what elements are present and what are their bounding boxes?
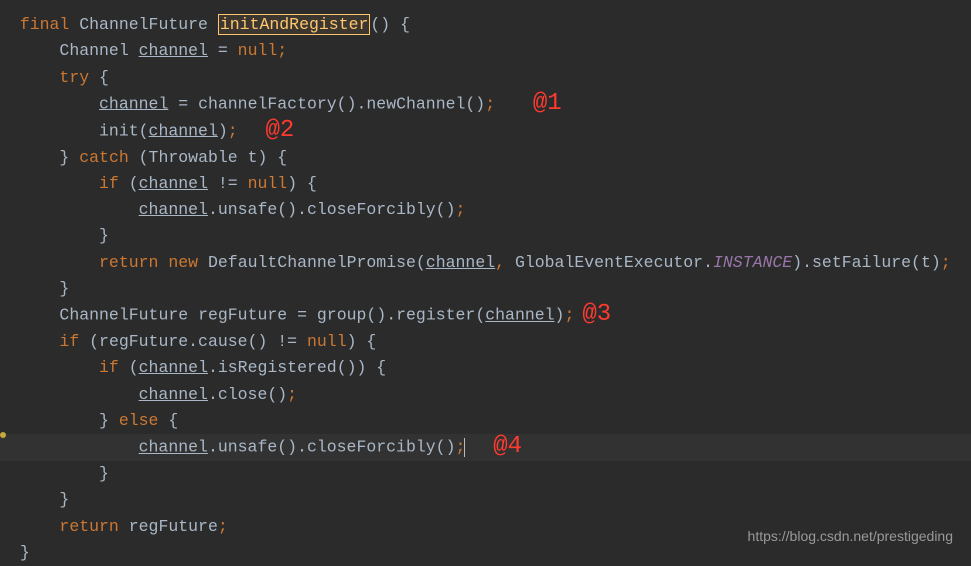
var-channel: channel	[139, 385, 208, 404]
annotation-1: @1	[533, 91, 562, 117]
brace: }	[99, 411, 109, 430]
var: regFuture	[129, 517, 218, 536]
keyword-if: if	[59, 332, 79, 351]
watermark-text: https://blog.csdn.net/prestigeding	[748, 523, 953, 549]
var-channel: channel	[99, 94, 168, 113]
code-line: }	[0, 461, 971, 487]
var-channel: channel	[485, 306, 554, 325]
semi: ;	[277, 41, 287, 60]
var-channel: channel	[139, 358, 208, 377]
call: .isRegistered()) {	[208, 358, 386, 377]
annotation-3: @3	[582, 302, 611, 328]
code-editor[interactable]: final ChannelFuture initAndRegister() { …	[0, 12, 971, 566]
code-line: channel = channelFactory().newChannel();…	[0, 91, 971, 118]
semi: ;	[455, 200, 465, 219]
code-line: }	[0, 223, 971, 249]
keyword-if: if	[99, 358, 119, 377]
keyword-null: null	[238, 41, 278, 60]
comma: ,	[495, 253, 515, 272]
brace: }	[59, 148, 69, 167]
var-channel: channel	[139, 200, 208, 219]
semi: ;	[228, 121, 238, 140]
paren: )	[555, 306, 565, 325]
code-line: try {	[0, 65, 971, 91]
code-line: if (channel.isRegistered()) {	[0, 355, 971, 381]
keyword-try: try	[59, 68, 89, 87]
code-line: return new DefaultChannelPromise(channel…	[0, 250, 971, 276]
type: ChannelFuture	[59, 306, 188, 325]
brace: {	[99, 68, 109, 87]
cond: (regFuture.cause() !=	[89, 332, 307, 351]
call: init(	[99, 121, 149, 140]
keyword-else: else	[119, 411, 159, 430]
code-line: channel.close();	[0, 382, 971, 408]
keyword-final: final	[20, 15, 70, 34]
type: ChannelFuture	[79, 15, 208, 34]
var-channel: channel	[139, 438, 208, 457]
semi: ;	[287, 385, 297, 404]
call: group().register(	[317, 306, 485, 325]
op: =	[168, 94, 198, 113]
var-channel: channel	[149, 121, 218, 140]
method-name-highlight: initAndRegister	[218, 14, 371, 35]
semi: ;	[218, 517, 228, 536]
semi: ;	[485, 94, 495, 113]
brace: }	[99, 226, 109, 245]
brace: }	[59, 279, 69, 298]
keyword-return: return	[99, 253, 158, 272]
code-line: ChannelFuture regFuture = group().regist…	[0, 302, 971, 329]
semi: ;	[941, 253, 951, 272]
brace: {	[400, 15, 410, 34]
semi: ;	[564, 306, 574, 325]
op: !=	[208, 174, 248, 193]
caret-icon	[464, 438, 465, 457]
brace: {	[168, 411, 178, 430]
type: DefaultChannelPromise(	[208, 253, 426, 272]
call: .unsafe().closeForcibly()	[208, 200, 456, 219]
code-line: }	[0, 487, 971, 513]
brace: {	[366, 332, 376, 351]
brace: }	[99, 464, 109, 483]
op: =	[208, 41, 238, 60]
var-channel: channel	[426, 253, 495, 272]
code-line-current: channel.unsafe().closeForcibly(); @4	[0, 434, 971, 461]
keyword-null: null	[248, 174, 288, 193]
code-line: } else {	[0, 408, 971, 434]
parens: ()	[370, 15, 390, 34]
annotation-2: @2	[265, 118, 294, 144]
constant: INSTANCE	[713, 253, 792, 272]
call: .close()	[208, 385, 287, 404]
type: GlobalEventExecutor.	[515, 253, 713, 272]
keyword-catch: catch	[79, 148, 129, 167]
brace: }	[20, 543, 30, 562]
code-line: Channel channel = null;	[0, 38, 971, 64]
gutter-marker-icon	[0, 432, 6, 438]
op: =	[287, 306, 317, 325]
keyword-new: new	[168, 253, 198, 272]
var-channel: channel	[139, 41, 208, 60]
code-line: if (channel != null) {	[0, 171, 971, 197]
var: regFuture	[198, 306, 287, 325]
code-line: channel.unsafe().closeForcibly();	[0, 197, 971, 223]
keyword-return: return	[59, 517, 118, 536]
type: Channel	[59, 41, 128, 60]
code-line: } catch (Throwable t) {	[0, 145, 971, 171]
call: .unsafe().closeForcibly()	[208, 438, 456, 457]
brace: {	[307, 174, 317, 193]
catch-sig: (Throwable t) {	[139, 148, 288, 167]
keyword-null: null	[307, 332, 347, 351]
call: channelFactory().newChannel()	[198, 94, 485, 113]
brace: }	[59, 490, 69, 509]
code-line: if (regFuture.cause() != null) {	[0, 329, 971, 355]
code-line: final ChannelFuture initAndRegister() {	[0, 12, 971, 38]
annotation-4: @4	[493, 434, 522, 460]
call: ).setFailure(t)	[792, 253, 941, 272]
code-line: }	[0, 276, 971, 302]
paren: )	[218, 121, 228, 140]
keyword-if: if	[99, 174, 119, 193]
code-line: init(channel); @2	[0, 118, 971, 145]
var-channel: channel	[139, 174, 208, 193]
